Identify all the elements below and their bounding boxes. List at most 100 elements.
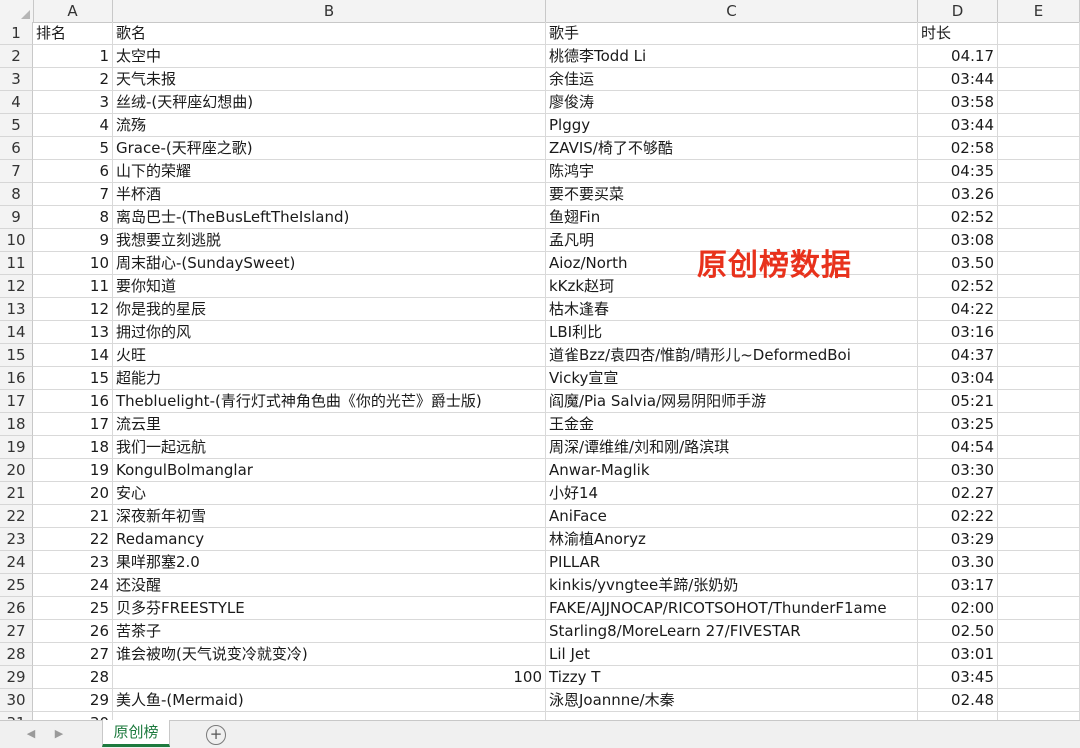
row-number[interactable]: 13 bbox=[0, 298, 33, 321]
cell-artist[interactable]: 泳恩Joannne/木秦 bbox=[546, 689, 918, 712]
cell-rank[interactable]: 26 bbox=[33, 620, 113, 643]
row-number[interactable]: 23 bbox=[0, 528, 33, 551]
row-number[interactable]: 22 bbox=[0, 505, 33, 528]
empty-cell[interactable] bbox=[998, 505, 1080, 528]
cell-song[interactable]: 半杯酒 bbox=[113, 183, 546, 206]
cell-rank[interactable]: 10 bbox=[33, 252, 113, 275]
cell-song[interactable]: 火旺 bbox=[113, 344, 546, 367]
cell-rank[interactable]: 9 bbox=[33, 229, 113, 252]
cell-song[interactable]: 还没醒 bbox=[113, 574, 546, 597]
cell-duration[interactable]: 02:00 bbox=[918, 597, 998, 620]
column-header-d[interactable]: D bbox=[918, 0, 998, 22]
empty-cell[interactable] bbox=[998, 321, 1080, 344]
cell-rank[interactable]: 11 bbox=[33, 275, 113, 298]
empty-cell[interactable] bbox=[998, 252, 1080, 275]
row-number[interactable]: 27 bbox=[0, 620, 33, 643]
empty-cell[interactable] bbox=[998, 137, 1080, 160]
empty-cell[interactable] bbox=[998, 22, 1080, 45]
row-number[interactable]: 20 bbox=[0, 459, 33, 482]
cell-rank[interactable]: 17 bbox=[33, 413, 113, 436]
cell-song[interactable]: 苦茶子 bbox=[113, 620, 546, 643]
empty-cell[interactable] bbox=[998, 206, 1080, 229]
empty-cell[interactable] bbox=[998, 275, 1080, 298]
cell-artist[interactable]: kinkis/yvngtee羊蹄/张奶奶 bbox=[546, 574, 918, 597]
cell-rank[interactable]: 18 bbox=[33, 436, 113, 459]
row-number[interactable]: 17 bbox=[0, 390, 33, 413]
row-number[interactable]: 15 bbox=[0, 344, 33, 367]
cell-song[interactable]: 谁会被吻(天气说变冷就变冷) bbox=[113, 643, 546, 666]
cell-rank[interactable]: 5 bbox=[33, 137, 113, 160]
cell-duration[interactable]: 02:52 bbox=[918, 206, 998, 229]
cell-artist[interactable]: Plggy bbox=[546, 114, 918, 137]
cell-artist[interactable]: Starling8/MoreLearn 27/FIVESTAR bbox=[546, 620, 918, 643]
cell-duration[interactable]: 03.50 bbox=[918, 252, 998, 275]
cell-rank[interactable]: 25 bbox=[33, 597, 113, 620]
column-header-e[interactable]: E bbox=[998, 0, 1080, 22]
cell-song[interactable]: 美人鱼-(Mermaid) bbox=[113, 689, 546, 712]
cell-duration[interactable]: 03.26 bbox=[918, 183, 998, 206]
cell-song[interactable] bbox=[113, 712, 546, 720]
cell-rank[interactable]: 12 bbox=[33, 298, 113, 321]
empty-cell[interactable] bbox=[998, 114, 1080, 137]
empty-cell[interactable] bbox=[998, 298, 1080, 321]
cell-duration[interactable]: 04.17 bbox=[918, 45, 998, 68]
empty-cell[interactable] bbox=[998, 183, 1080, 206]
empty-cell[interactable] bbox=[998, 413, 1080, 436]
empty-cell[interactable] bbox=[998, 344, 1080, 367]
cell-artist[interactable]: 道雀Bzz/袁四杏/惟韵/晴形儿~DeformedBoi bbox=[546, 344, 918, 367]
cell-duration[interactable]: 02.48 bbox=[918, 689, 998, 712]
cell-rank[interactable]: 28 bbox=[33, 666, 113, 689]
cell-artist[interactable]: 廖俊涛 bbox=[546, 91, 918, 114]
select-all-corner[interactable] bbox=[0, 0, 34, 22]
empty-cell[interactable] bbox=[998, 666, 1080, 689]
cell-artist[interactable]: Tizzy T bbox=[546, 666, 918, 689]
row-number[interactable]: 12 bbox=[0, 275, 33, 298]
row-number[interactable]: 9 bbox=[0, 206, 33, 229]
row-number[interactable]: 11 bbox=[0, 252, 33, 275]
cell-rank[interactable]: 30 bbox=[33, 712, 113, 720]
cell-song[interactable]: KongulBolmanglar bbox=[113, 459, 546, 482]
cell-song[interactable]: 拥过你的风 bbox=[113, 321, 546, 344]
empty-cell[interactable] bbox=[998, 597, 1080, 620]
empty-cell[interactable] bbox=[998, 68, 1080, 91]
cell-duration[interactable] bbox=[918, 712, 998, 720]
cell-song[interactable]: 离岛巴士-(TheBusLeftTheIsland) bbox=[113, 206, 546, 229]
cell-artist[interactable] bbox=[546, 712, 918, 720]
cell-song[interactable]: 太空中 bbox=[113, 45, 546, 68]
column-header-a[interactable]: A bbox=[33, 0, 113, 22]
cell-duration[interactable]: 03.30 bbox=[918, 551, 998, 574]
cell-song[interactable]: 果咩那塞2.0 bbox=[113, 551, 546, 574]
cell-song[interactable]: 100 bbox=[113, 666, 546, 689]
empty-cell[interactable] bbox=[998, 459, 1080, 482]
cell-duration[interactable]: 03:17 bbox=[918, 574, 998, 597]
prev-sheet-icon[interactable]: ◀ bbox=[22, 724, 40, 744]
cell-rank[interactable]: 14 bbox=[33, 344, 113, 367]
cell-song[interactable]: 山下的荣耀 bbox=[113, 160, 546, 183]
empty-cell[interactable] bbox=[998, 689, 1080, 712]
cell-duration[interactable]: 03:04 bbox=[918, 367, 998, 390]
cell-rank[interactable]: 4 bbox=[33, 114, 113, 137]
cell-duration[interactable]: 03:44 bbox=[918, 114, 998, 137]
cell-song[interactable]: 流殇 bbox=[113, 114, 546, 137]
row-number[interactable]: 30 bbox=[0, 689, 33, 712]
cell-artist[interactable]: 余佳运 bbox=[546, 68, 918, 91]
cell-artist[interactable]: Vicky宣宣 bbox=[546, 367, 918, 390]
empty-cell[interactable] bbox=[998, 551, 1080, 574]
row-number[interactable]: 14 bbox=[0, 321, 33, 344]
cell-song[interactable]: 深夜新年初雪 bbox=[113, 505, 546, 528]
cell-artist[interactable]: Anwar-Maglik bbox=[546, 459, 918, 482]
next-sheet-icon[interactable]: ▶ bbox=[50, 724, 68, 744]
cell-duration[interactable]: 03:30 bbox=[918, 459, 998, 482]
cell-duration[interactable]: 04:54 bbox=[918, 436, 998, 459]
cell-song[interactable]: 我们一起远航 bbox=[113, 436, 546, 459]
row-number[interactable]: 2 bbox=[0, 45, 33, 68]
cell-duration[interactable]: 03:08 bbox=[918, 229, 998, 252]
cell-artist[interactable]: 王金金 bbox=[546, 413, 918, 436]
row-number[interactable]: 31 bbox=[0, 712, 33, 720]
sheet-tab-original-chart[interactable]: 原创榜 bbox=[102, 720, 170, 747]
cell-rank[interactable]: 22 bbox=[33, 528, 113, 551]
row-number[interactable]: 7 bbox=[0, 160, 33, 183]
cell-song[interactable]: Thebluelight-(青行灯式神角色曲《你的光芒》爵士版) bbox=[113, 390, 546, 413]
header-cell-artist[interactable]: 歌手 bbox=[546, 22, 918, 45]
empty-cell[interactable] bbox=[998, 712, 1080, 720]
